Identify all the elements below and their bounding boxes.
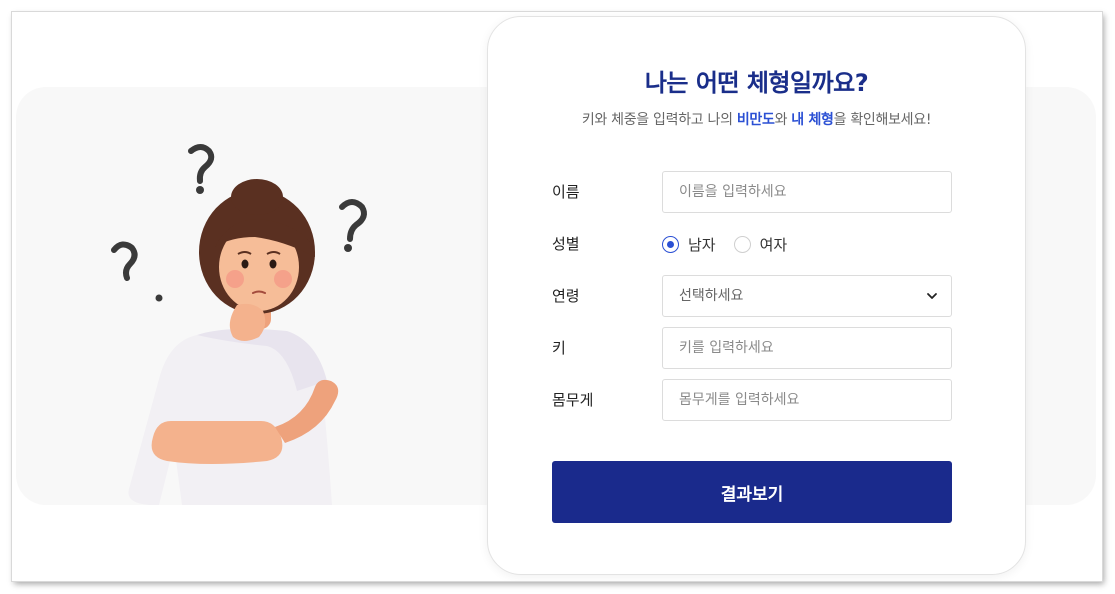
name-input[interactable]: [662, 171, 952, 213]
name-label: 이름: [552, 183, 580, 201]
page-title: 나는 어떤 체형일까요?: [644, 69, 869, 97]
gender-male-option[interactable]: 남자: [662, 234, 716, 255]
page-subtitle: 키와 체중을 입력하고 나의 비만도와 내 체형을 확인해보세요!: [488, 109, 1025, 129]
age-select[interactable]: 선택하세요: [662, 275, 952, 317]
radio-female[interactable]: [733, 235, 751, 253]
gender-female-option[interactable]: 여자: [733, 234, 788, 255]
subtitle-highlight-obesity: 비만도: [736, 112, 775, 128]
name-row: 이름: [552, 171, 952, 213]
weight-row: 몸무게: [552, 379, 952, 421]
weight-input[interactable]: [662, 379, 952, 421]
age-select-value: 선택하세요: [679, 288, 744, 304]
chevron-down-icon: [927, 293, 937, 299]
gender-male-label: 남자: [688, 235, 716, 254]
height-row: 키: [552, 327, 952, 369]
height-input[interactable]: [662, 327, 952, 369]
age-row: 연령 선택하세요: [552, 275, 952, 317]
subtitle-highlight-body-type: 내 체형: [791, 112, 834, 128]
gender-female-label: 여자: [759, 235, 788, 254]
app-window: 나는 어떤 체형일까요? 키와 체중을 입력하고 나의 비만도와 내 체형을 확…: [12, 12, 1102, 581]
gender-radio-group: 남자 여자: [662, 223, 805, 265]
weight-label: 몸무게: [552, 391, 594, 409]
subtitle-text: 키와 체중을 입력하고 나의: [581, 112, 737, 128]
view-result-button[interactable]: 결과보기: [552, 461, 952, 523]
thinking-woman-illustration: [111, 144, 367, 505]
height-label: 키: [552, 339, 566, 357]
age-label: 연령: [552, 287, 580, 305]
gender-row: 성별 남자 여자: [552, 223, 952, 265]
subtitle-text: 와: [774, 112, 792, 128]
subtitle-text: 을 확인해보세요!: [833, 112, 932, 128]
radio-male[interactable]: [662, 235, 679, 253]
gender-label: 성별: [552, 235, 580, 253]
bmi-form-card: 나는 어떤 체형일까요? 키와 체중을 입력하고 나의 비만도와 내 체형을 확…: [487, 16, 1026, 575]
